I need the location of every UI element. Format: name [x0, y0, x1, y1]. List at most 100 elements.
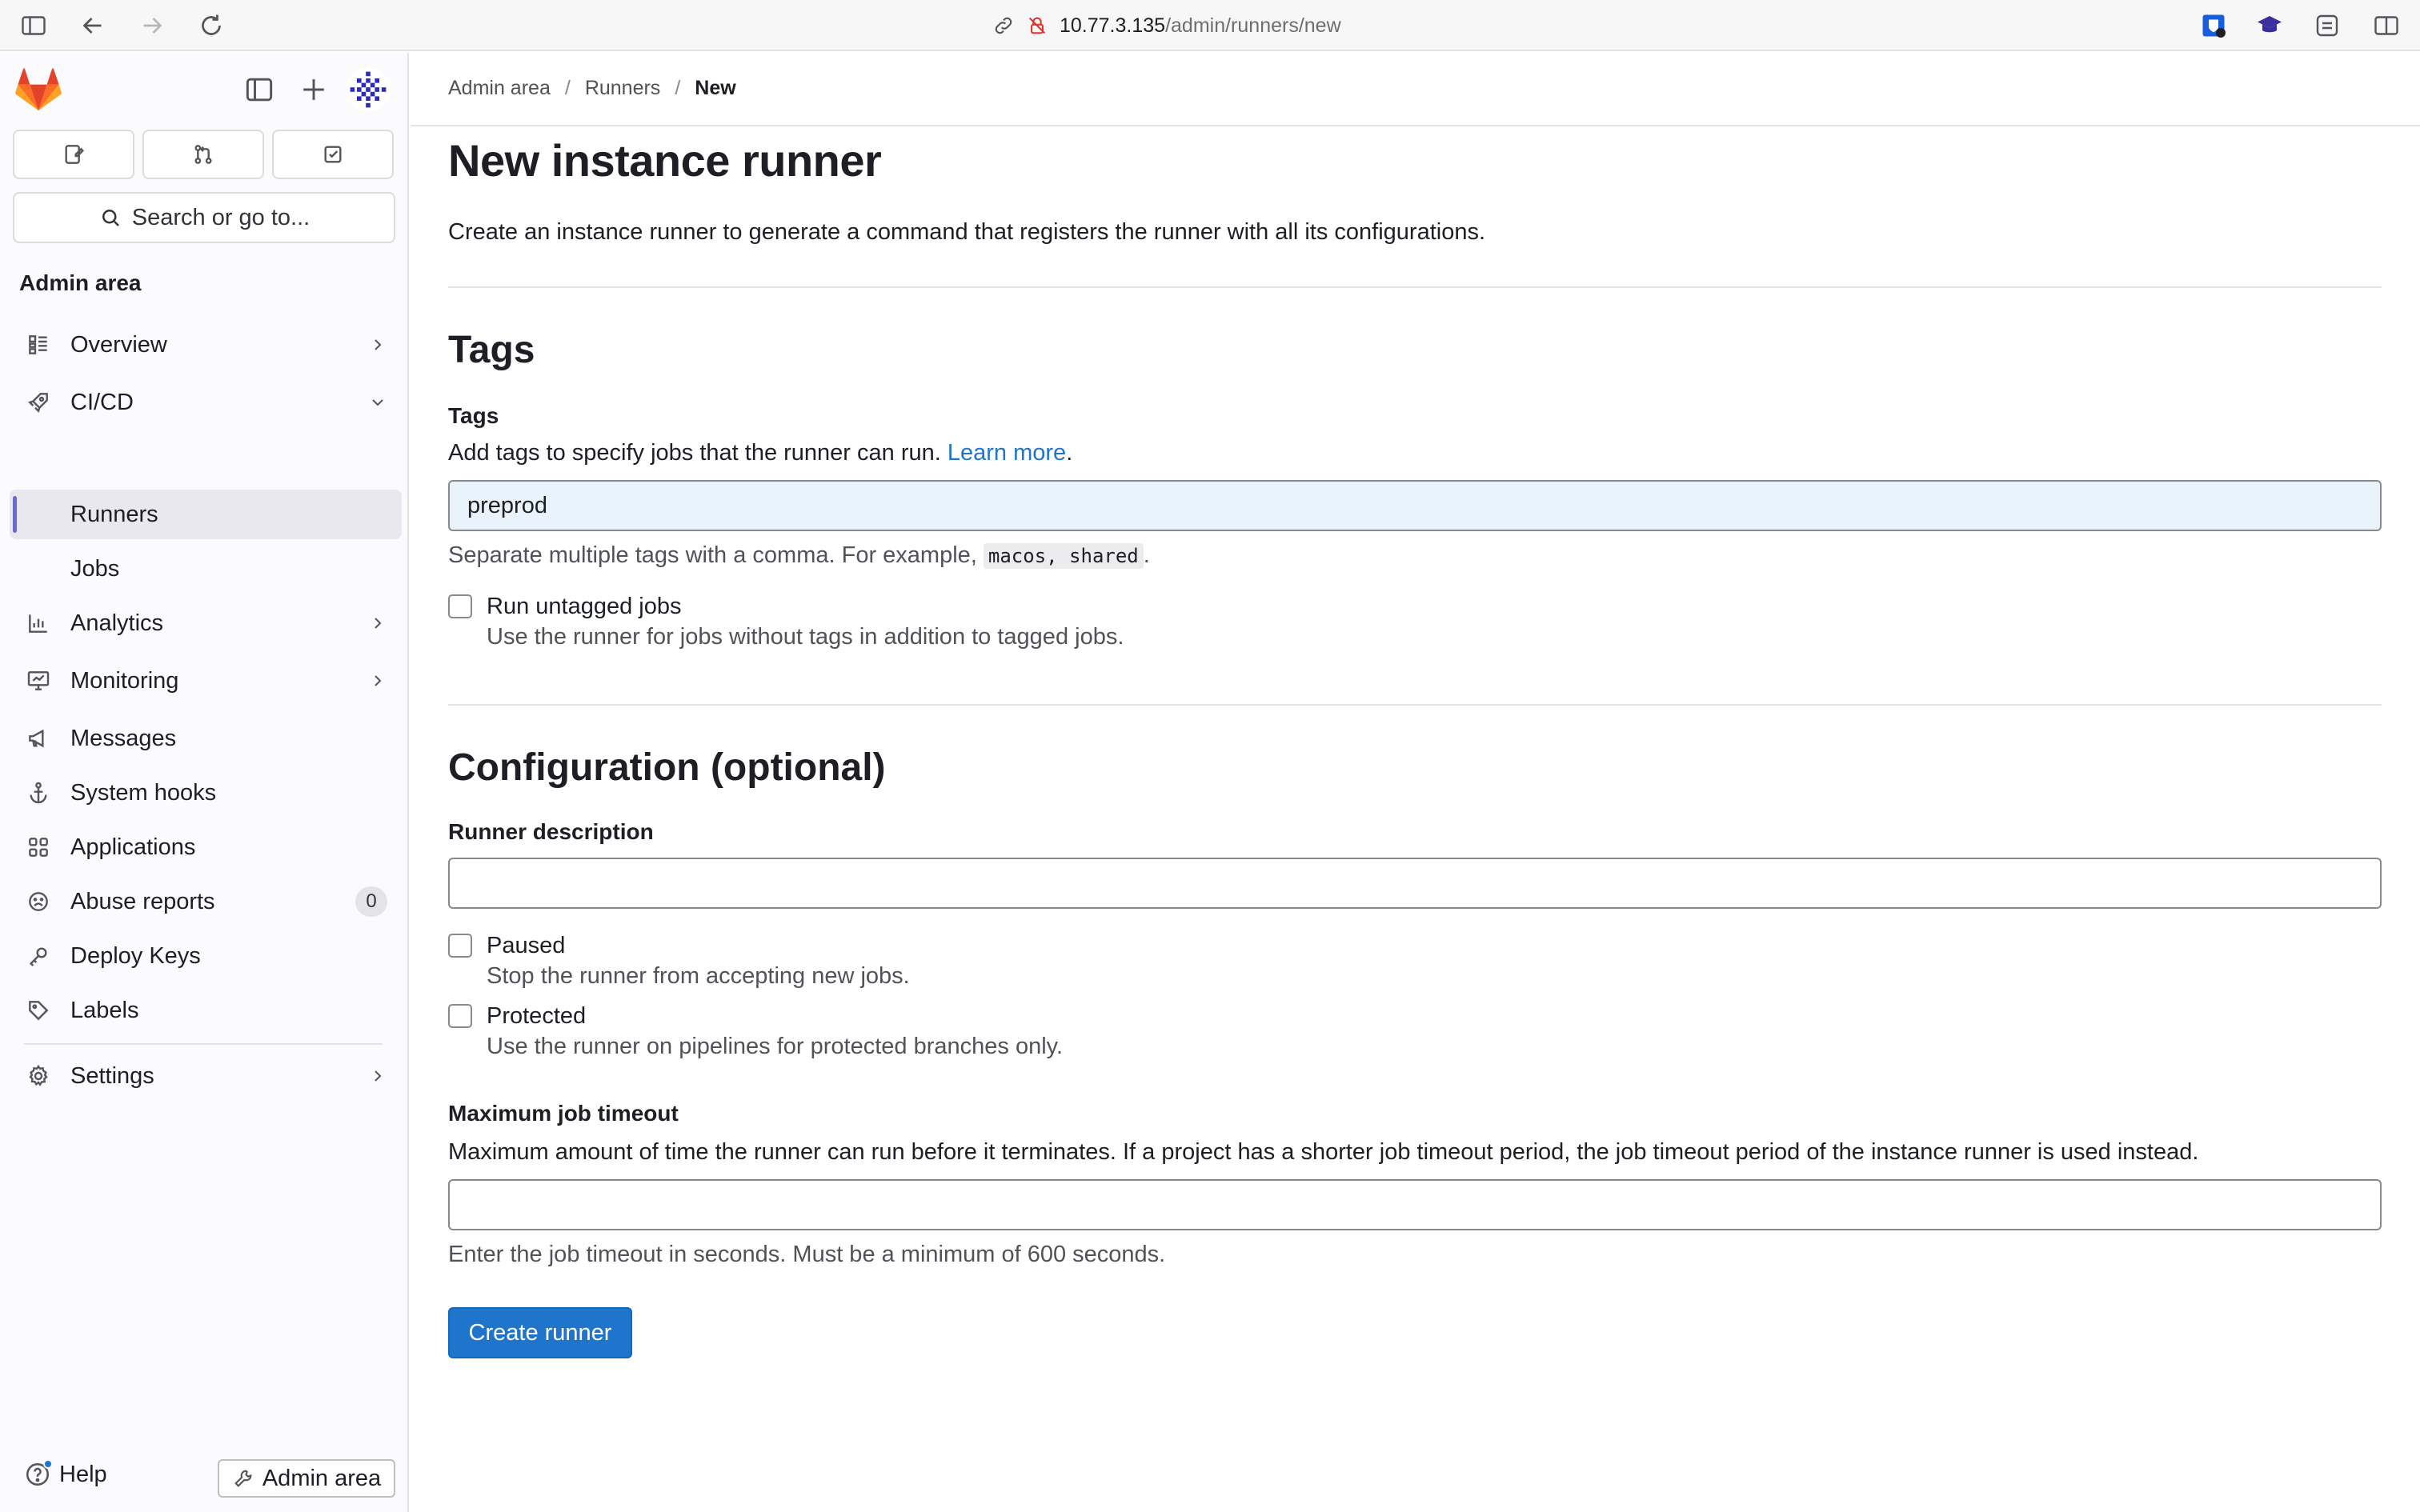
tags-hint-suffix: .	[1143, 542, 1150, 568]
address-bar[interactable]: 10.77.3.135/admin/runners/new	[992, 11, 1341, 40]
breadcrumb: Admin area / Runners / New	[448, 77, 736, 100]
tags-section-heading: Tags	[448, 329, 535, 371]
todos-button[interactable]	[272, 130, 394, 179]
sidebar-item-label: System hooks	[70, 779, 217, 806]
sidebar-item-labels[interactable]: Labels	[10, 986, 402, 1035]
sidebar-item-overview[interactable]: Overview	[10, 320, 402, 370]
tags-hint-text: Separate multiple tags with a comma. For…	[448, 542, 977, 568]
max-timeout-input[interactable]	[448, 1179, 2382, 1230]
sidebar-item-label: Messages	[70, 725, 177, 751]
run-untagged-checkbox[interactable]	[448, 594, 472, 618]
chevron-right-icon	[368, 1066, 387, 1086]
page-title: New instance runner	[448, 135, 882, 186]
merge-requests-button[interactable]	[142, 130, 264, 179]
page-description: Create an instance runner to generate a …	[448, 219, 1486, 245]
reader-extension-icon[interactable]	[2313, 11, 2342, 40]
help-button[interactable]: Help	[24, 1459, 107, 1488]
search-button[interactable]: Search or go to...	[13, 192, 395, 243]
sidebar-item-applications[interactable]: Applications	[10, 822, 402, 872]
create-runner-button[interactable]: Create runner	[448, 1307, 632, 1358]
protected-checkbox[interactable]	[448, 1004, 472, 1028]
issues-button[interactable]	[13, 130, 134, 179]
search-icon	[102, 210, 119, 226]
insecure-lock-icon	[1028, 17, 1046, 34]
reload-icon[interactable]	[197, 11, 226, 40]
section-divider	[448, 704, 2382, 706]
sidebar-item-deploy-keys[interactable]: Deploy Keys	[10, 931, 402, 981]
runner-description-input[interactable]	[448, 858, 2382, 909]
url-path: /admin/runners/new	[1165, 14, 1341, 37]
plus-icon[interactable]	[296, 72, 331, 107]
label-icon	[26, 998, 51, 1023]
sidebar-section-heading: Admin area	[19, 270, 142, 295]
run-untagged-checkbox-row: Run untagged jobs Use the runner for job…	[448, 592, 1124, 653]
sidebar-item-messages[interactable]: Messages	[10, 714, 402, 763]
sidebar-item-label: Jobs	[70, 555, 120, 582]
chevron-down-icon	[368, 393, 387, 412]
sidebar-item-abuse-reports[interactable]: Abuse reports 0	[10, 877, 402, 926]
applications-icon	[26, 834, 51, 860]
run-untagged-label[interactable]: Run untagged jobs	[487, 592, 1124, 621]
sidebar-item-monitoring[interactable]: Monitoring	[10, 656, 402, 706]
chevron-right-icon	[368, 671, 387, 690]
notification-dot	[43, 1459, 53, 1469]
key-icon	[26, 943, 51, 969]
protected-help: Use the runner on pipelines for protecte…	[487, 1034, 1064, 1059]
tags-help-suffix: .	[1066, 440, 1073, 466]
url-host: 10.77.3.135	[1060, 14, 1166, 37]
sidebar-item-label: Runners	[70, 501, 158, 527]
admin-area-button[interactable]: Admin area	[218, 1459, 395, 1498]
graduation-cap-extension-icon[interactable]	[2255, 11, 2284, 40]
protected-label[interactable]: Protected	[487, 1002, 1063, 1030]
merge-request-icon	[194, 145, 212, 164]
paused-label[interactable]: Paused	[487, 931, 910, 960]
help-icon	[24, 1459, 53, 1488]
sidebar-item-system-hooks[interactable]: System hooks	[10, 768, 402, 818]
chevron-right-icon	[368, 335, 387, 354]
sidebar-item-analytics[interactable]: Analytics	[10, 598, 402, 648]
tags-input[interactable]	[448, 480, 2382, 531]
browser-toolbar: 10.77.3.135/admin/runners/new	[0, 0, 2420, 51]
configuration-section-heading: Configuration (optional)	[448, 746, 886, 789]
abuse-reports-count-badge: 0	[355, 886, 387, 917]
sidebar-header	[0, 53, 409, 125]
link-icon	[995, 17, 1012, 34]
split-view-icon[interactable]	[2372, 11, 2401, 40]
paused-checkbox[interactable]	[448, 934, 472, 958]
issues-icon	[65, 145, 85, 164]
learn-more-link[interactable]: Learn more	[948, 440, 1066, 466]
runner-description-label: Runner description	[448, 819, 654, 844]
rocket-icon	[26, 390, 51, 415]
admin-area-label: Admin area	[262, 1465, 382, 1491]
gitlab-logo-icon[interactable]	[14, 67, 62, 112]
sidebar-item-jobs[interactable]: Jobs	[10, 544, 402, 594]
chevron-right-icon	[368, 614, 387, 633]
sidebar: Search or go to... Admin area Overview C…	[0, 53, 409, 1512]
breadcrumb-separator: /	[564, 77, 571, 99]
back-arrow-icon[interactable]	[78, 11, 107, 40]
user-avatar[interactable]	[346, 67, 391, 112]
forward-arrow-icon[interactable]	[138, 11, 166, 40]
sidebar-item-cicd[interactable]: CI/CD	[10, 378, 402, 427]
breadcrumb-admin-area[interactable]: Admin area	[448, 77, 551, 100]
tags-field-label: Tags	[448, 403, 499, 428]
top-bar: Admin area / Runners / New	[411, 53, 2420, 126]
bitwarden-extension-icon[interactable]	[2199, 11, 2228, 40]
settings-icon	[26, 1063, 51, 1089]
protected-checkbox-row: Protected Use the runner on pipelines fo…	[448, 1002, 1063, 1062]
sidebar-item-label: Overview	[70, 331, 167, 358]
breadcrumb-runners[interactable]: Runners	[585, 77, 661, 100]
paused-help: Stop the runner from accepting new jobs.	[487, 963, 910, 989]
tags-hint: Separate multiple tags with a comma. For…	[448, 542, 1150, 569]
breadcrumb-current[interactable]: New	[695, 77, 735, 100]
wrench-icon	[234, 1470, 252, 1487]
sidebar-item-runners[interactable]: Runners	[10, 490, 402, 539]
sidebar-item-settings[interactable]: Settings	[10, 1051, 402, 1101]
abuse-icon	[26, 889, 51, 914]
breadcrumb-separator: /	[675, 77, 681, 99]
sidebar-item-label: Analytics	[70, 610, 164, 636]
sidebar-divider	[24, 1043, 383, 1045]
sidebar-toggle-icon[interactable]	[19, 11, 48, 40]
section-divider	[448, 286, 2382, 288]
collapse-sidebar-icon[interactable]	[242, 72, 277, 107]
